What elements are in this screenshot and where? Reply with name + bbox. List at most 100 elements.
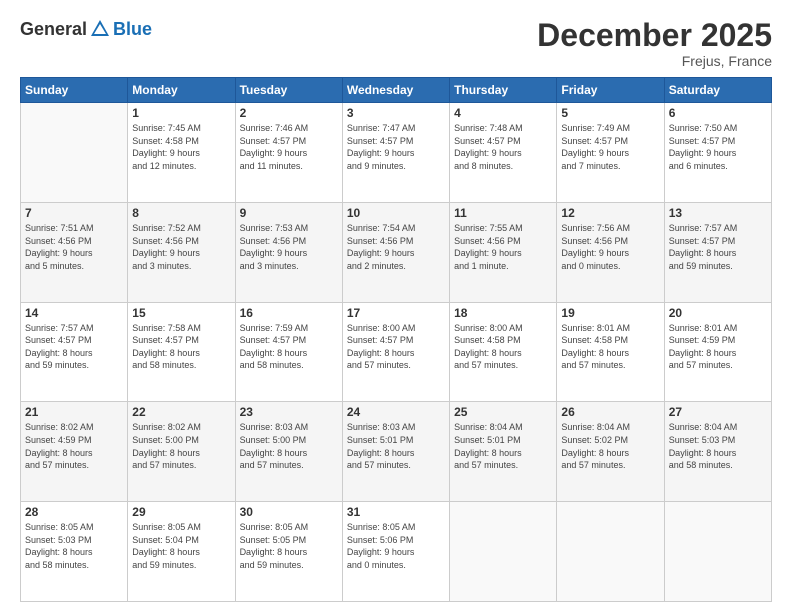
col-saturday: Saturday <box>664 78 771 103</box>
header: General Blue December 2025 Frejus, Franc… <box>20 18 772 69</box>
month-title: December 2025 <box>537 18 772 53</box>
table-row <box>21 103 128 203</box>
table-row: 21 Sunrise: 8:02 AM Sunset: 4:59 PM Dayli… <box>21 402 128 502</box>
table-row: 17 Sunrise: 8:00 AM Sunset: 4:57 PM Dayli… <box>342 302 449 402</box>
day-info: Sunrise: 8:01 AM Sunset: 4:59 PM Dayligh… <box>669 322 767 372</box>
table-row: 28 Sunrise: 8:05 AM Sunset: 5:03 PM Dayli… <box>21 502 128 602</box>
day-number: 10 <box>347 206 445 220</box>
page: General Blue December 2025 Frejus, Franc… <box>0 0 792 612</box>
calendar-week-row: 28 Sunrise: 8:05 AM Sunset: 5:03 PM Dayli… <box>21 502 772 602</box>
day-number: 25 <box>454 405 552 419</box>
day-info: Sunrise: 7:46 AM Sunset: 4:57 PM Dayligh… <box>240 122 338 172</box>
day-number: 19 <box>561 306 659 320</box>
day-number: 11 <box>454 206 552 220</box>
table-row: 22 Sunrise: 8:02 AM Sunset: 5:00 PM Dayli… <box>128 402 235 502</box>
col-tuesday: Tuesday <box>235 78 342 103</box>
table-row: 19 Sunrise: 8:01 AM Sunset: 4:58 PM Dayli… <box>557 302 664 402</box>
day-number: 22 <box>132 405 230 419</box>
logo-blue: Blue <box>113 19 152 40</box>
table-row: 14Sunrise: 7:57 AM Sunset: 4:57 PM Dayli… <box>21 302 128 402</box>
col-wednesday: Wednesday <box>342 78 449 103</box>
day-info: Sunrise: 7:52 AM Sunset: 4:56 PM Dayligh… <box>132 222 230 272</box>
day-info: Sunrise: 8:05 AM Sunset: 5:05 PM Dayligh… <box>240 521 338 571</box>
table-row: 6 Sunrise: 7:50 AM Sunset: 4:57 PM Daylig… <box>664 103 771 203</box>
day-info: Sunrise: 7:57 AM Sunset: 4:57 PM Dayligh… <box>669 222 767 272</box>
day-number: 6 <box>669 106 767 120</box>
day-info: Sunrise: 8:01 AM Sunset: 4:58 PM Dayligh… <box>561 322 659 372</box>
table-row: 24 Sunrise: 8:03 AM Sunset: 5:01 PM Dayli… <box>342 402 449 502</box>
table-row: 12 Sunrise: 7:56 AM Sunset: 4:56 PM Dayli… <box>557 202 664 302</box>
col-monday: Monday <box>128 78 235 103</box>
title-block: December 2025 Frejus, France <box>537 18 772 69</box>
table-row: 20 Sunrise: 8:01 AM Sunset: 4:59 PM Dayli… <box>664 302 771 402</box>
logo-icon <box>89 18 111 40</box>
table-row: 15 Sunrise: 7:58 AM Sunset: 4:57 PM Dayli… <box>128 302 235 402</box>
day-number: 24 <box>347 405 445 419</box>
day-number: 8 <box>132 206 230 220</box>
day-info: Sunrise: 7:54 AM Sunset: 4:56 PM Dayligh… <box>347 222 445 272</box>
table-row <box>450 502 557 602</box>
day-number: 17 <box>347 306 445 320</box>
table-row: 2 Sunrise: 7:46 AM Sunset: 4:57 PM Daylig… <box>235 103 342 203</box>
day-info: Sunrise: 8:05 AM Sunset: 5:06 PM Dayligh… <box>347 521 445 571</box>
day-info: Sunrise: 7:45 AM Sunset: 4:58 PM Dayligh… <box>132 122 230 172</box>
day-number: 20 <box>669 306 767 320</box>
day-number: 30 <box>240 505 338 519</box>
col-thursday: Thursday <box>450 78 557 103</box>
day-number: 4 <box>454 106 552 120</box>
calendar-header-row: Sunday Monday Tuesday Wednesday Thursday… <box>21 78 772 103</box>
day-number: 31 <box>347 505 445 519</box>
table-row: 11Sunrise: 7:55 AM Sunset: 4:56 PM Dayli… <box>450 202 557 302</box>
day-number: 12 <box>561 206 659 220</box>
table-row: 13 Sunrise: 7:57 AM Sunset: 4:57 PM Dayli… <box>664 202 771 302</box>
table-row: 26 Sunrise: 8:04 AM Sunset: 5:02 PM Dayli… <box>557 402 664 502</box>
day-number: 5 <box>561 106 659 120</box>
day-number: 3 <box>347 106 445 120</box>
calendar-week-row: 7 Sunrise: 7:51 AM Sunset: 4:56 PM Daylig… <box>21 202 772 302</box>
table-row: 8 Sunrise: 7:52 AM Sunset: 4:56 PM Daylig… <box>128 202 235 302</box>
day-number: 21 <box>25 405 123 419</box>
calendar-week-row: 21 Sunrise: 8:02 AM Sunset: 4:59 PM Dayli… <box>21 402 772 502</box>
day-number: 13 <box>669 206 767 220</box>
table-row: 4Sunrise: 7:48 AM Sunset: 4:57 PM Daylig… <box>450 103 557 203</box>
day-info: Sunrise: 7:56 AM Sunset: 4:56 PM Dayligh… <box>561 222 659 272</box>
day-number: 18 <box>454 306 552 320</box>
table-row: 27Sunrise: 8:04 AM Sunset: 5:03 PM Dayli… <box>664 402 771 502</box>
table-row: 16 Sunrise: 7:59 AM Sunset: 4:57 PM Dayli… <box>235 302 342 402</box>
table-row: 29Sunrise: 8:05 AM Sunset: 5:04 PM Dayli… <box>128 502 235 602</box>
day-info: Sunrise: 8:00 AM Sunset: 4:57 PM Dayligh… <box>347 322 445 372</box>
day-number: 7 <box>25 206 123 220</box>
day-info: Sunrise: 8:02 AM Sunset: 4:59 PM Dayligh… <box>25 421 123 471</box>
table-row: 5Sunrise: 7:49 AM Sunset: 4:57 PM Daylig… <box>557 103 664 203</box>
table-row <box>664 502 771 602</box>
day-info: Sunrise: 7:50 AM Sunset: 4:57 PM Dayligh… <box>669 122 767 172</box>
day-info: Sunrise: 7:51 AM Sunset: 4:56 PM Dayligh… <box>25 222 123 272</box>
day-number: 16 <box>240 306 338 320</box>
table-row: 18 Sunrise: 8:00 AM Sunset: 4:58 PM Dayli… <box>450 302 557 402</box>
col-friday: Friday <box>557 78 664 103</box>
day-number: 23 <box>240 405 338 419</box>
day-info: Sunrise: 7:59 AM Sunset: 4:57 PM Dayligh… <box>240 322 338 372</box>
day-number: 9 <box>240 206 338 220</box>
table-row: 31 Sunrise: 8:05 AM Sunset: 5:06 PM Dayli… <box>342 502 449 602</box>
table-row <box>557 502 664 602</box>
table-row: 7 Sunrise: 7:51 AM Sunset: 4:56 PM Daylig… <box>21 202 128 302</box>
day-number: 14 <box>25 306 123 320</box>
day-info: Sunrise: 8:00 AM Sunset: 4:58 PM Dayligh… <box>454 322 552 372</box>
day-number: 2 <box>240 106 338 120</box>
day-info: Sunrise: 8:02 AM Sunset: 5:00 PM Dayligh… <box>132 421 230 471</box>
day-number: 26 <box>561 405 659 419</box>
col-sunday: Sunday <box>21 78 128 103</box>
logo-general: General <box>20 19 87 40</box>
day-info: Sunrise: 8:04 AM Sunset: 5:01 PM Dayligh… <box>454 421 552 471</box>
day-number: 28 <box>25 505 123 519</box>
table-row: 3Sunrise: 7:47 AM Sunset: 4:57 PM Daylig… <box>342 103 449 203</box>
calendar-week-row: 14Sunrise: 7:57 AM Sunset: 4:57 PM Dayli… <box>21 302 772 402</box>
day-info: Sunrise: 7:58 AM Sunset: 4:57 PM Dayligh… <box>132 322 230 372</box>
day-number: 15 <box>132 306 230 320</box>
calendar-week-row: 1Sunrise: 7:45 AM Sunset: 4:58 PM Daylig… <box>21 103 772 203</box>
day-info: Sunrise: 8:03 AM Sunset: 5:01 PM Dayligh… <box>347 421 445 471</box>
day-info: Sunrise: 8:04 AM Sunset: 5:02 PM Dayligh… <box>561 421 659 471</box>
day-info: Sunrise: 8:05 AM Sunset: 5:03 PM Dayligh… <box>25 521 123 571</box>
table-row: 25 Sunrise: 8:04 AM Sunset: 5:01 PM Dayli… <box>450 402 557 502</box>
